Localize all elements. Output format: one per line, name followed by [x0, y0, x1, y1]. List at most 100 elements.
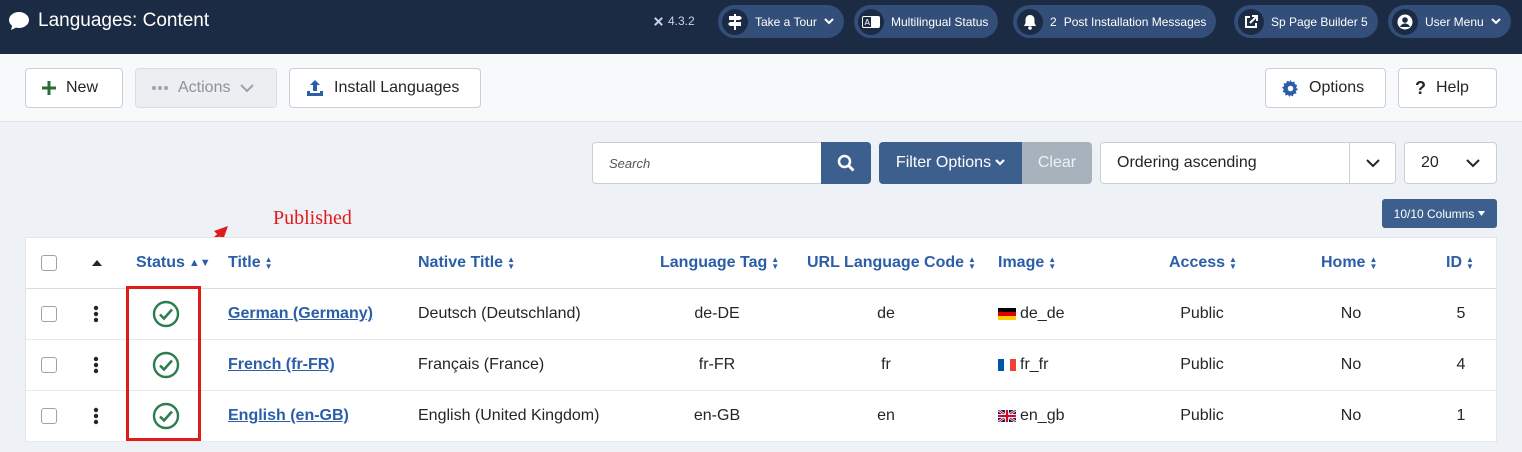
- question-icon: ?: [1415, 77, 1426, 98]
- home-header[interactable]: Home ▲ ▼: [1321, 238, 1377, 288]
- chevron-down-icon: [1490, 17, 1501, 24]
- sp-page-builder-button[interactable]: Sp Page Builder 5: [1234, 5, 1378, 38]
- new-button[interactable]: New: [25, 68, 123, 108]
- page-title-wrap: Languages: Content: [8, 10, 209, 32]
- sp-page-builder-label: Sp Page Builder 5: [1271, 14, 1368, 29]
- france-flag-icon: [998, 359, 1016, 371]
- title-header[interactable]: Title ▲ ▼: [228, 238, 273, 288]
- url-code-cell: de: [877, 305, 895, 322]
- image-code: de_de: [1020, 305, 1065, 322]
- gear-icon: [1282, 79, 1298, 97]
- sort-icon: ▲▼: [1369, 255, 1378, 271]
- clear-label: Clear: [1037, 154, 1077, 171]
- ordering-select[interactable]: Ordering ascending: [1100, 142, 1396, 184]
- image-cell: fr_fr: [998, 340, 1048, 390]
- sort-icon: ▲▼: [1466, 255, 1474, 271]
- row-actions-menu[interactable]: [93, 340, 99, 390]
- new-label: New: [66, 79, 99, 96]
- native-title-header[interactable]: Native Title ▲ ▼: [418, 238, 515, 288]
- access-header[interactable]: Access ▲ ▼: [1169, 238, 1237, 288]
- options-button[interactable]: Options: [1265, 68, 1386, 108]
- title-cell: French (fr-FR): [228, 340, 335, 390]
- chevron-down-icon: [240, 83, 255, 92]
- url-code-header[interactable]: URL Language Code ▲ ▼: [807, 238, 976, 288]
- translate-icon: A: [862, 15, 880, 28]
- version-text: 4.3.2: [668, 14, 695, 28]
- ordering-header[interactable]: [92, 238, 102, 288]
- options-label: Options: [1309, 79, 1365, 96]
- sort-up-icon: [92, 260, 102, 266]
- joomla-version: 4.3.2: [653, 14, 695, 28]
- status-header[interactable]: Status ▲▼: [136, 238, 211, 288]
- access-header-label: Access: [1169, 254, 1226, 271]
- search-input[interactable]: [592, 142, 821, 184]
- row-checkbox[interactable]: [41, 306, 57, 322]
- language-tag-cell: fr-FR: [698, 356, 736, 373]
- title-header-label: Title: [228, 254, 261, 271]
- table-row: German (Germany) Deutsch (Deutschland) d…: [26, 289, 1496, 340]
- joomla-icon: [654, 16, 663, 26]
- language-title-link[interactable]: French (fr-FR): [228, 356, 335, 374]
- columns-button[interactable]: 10/10 Columns: [1382, 199, 1497, 228]
- ordering-value: Ordering ascending: [1117, 154, 1257, 171]
- list-limit-select[interactable]: 20: [1404, 142, 1497, 184]
- language-title-link[interactable]: German (Germany): [228, 305, 373, 323]
- actions-button[interactable]: Actions: [135, 68, 277, 108]
- filter-options-button[interactable]: Filter Options: [879, 142, 1022, 184]
- user-icon: [1397, 14, 1413, 29]
- language-title-link[interactable]: English (en-GB): [228, 407, 349, 425]
- multilingual-status-button[interactable]: A Multilingual Status: [854, 5, 999, 38]
- native-title-cell: English (United Kingdom): [418, 407, 600, 424]
- language-tag-header[interactable]: Language Tag ▲ ▼: [660, 238, 779, 288]
- sort-icon: ▲▼: [264, 255, 273, 271]
- sort-icon: ▲▼: [188, 257, 211, 269]
- native-title-header-label: Native Title: [418, 254, 504, 271]
- url-code-cell: en: [877, 407, 895, 424]
- install-languages-button[interactable]: Install Languages: [289, 68, 481, 108]
- image-header[interactable]: Image ▲ ▼: [998, 238, 1056, 288]
- chevron-down-icon: [1466, 158, 1480, 167]
- uk-flag-icon: [998, 410, 1016, 422]
- row-actions-menu[interactable]: [93, 289, 99, 339]
- help-button[interactable]: ? Help: [1398, 68, 1497, 108]
- caret-down-icon: [1478, 211, 1486, 216]
- native-title-cell: Deutsch (Deutschland): [418, 305, 581, 322]
- row-select-cell: [41, 391, 57, 441]
- languages-table: Status ▲▼ Title ▲ ▼ Native Title ▲ ▼ Language…: [25, 237, 1497, 442]
- multilingual-status-label: Multilingual Status: [891, 14, 989, 29]
- access-cell: Public: [1180, 305, 1224, 322]
- row-checkbox[interactable]: [41, 357, 57, 373]
- vertical-ellipsis-icon: [93, 356, 99, 374]
- status-header-label: Status: [136, 254, 185, 271]
- url-code-header-label: URL Language Code: [807, 254, 965, 271]
- home-cell: No: [1340, 305, 1362, 322]
- row-checkbox[interactable]: [41, 408, 57, 424]
- table-row: English (en-GB) English (United Kingdom)…: [26, 391, 1496, 442]
- id-cell: 5: [1456, 305, 1466, 322]
- row-actions-menu[interactable]: [93, 391, 99, 441]
- limit-caret: [1450, 143, 1496, 183]
- clear-button[interactable]: Clear: [1022, 142, 1092, 184]
- home-cell: No: [1340, 356, 1362, 373]
- status-highlight-box: [126, 286, 201, 441]
- id-header[interactable]: ID ▲ ▼: [1446, 238, 1474, 288]
- user-menu-button[interactable]: User Menu: [1388, 5, 1511, 38]
- access-cell: Public: [1180, 356, 1224, 373]
- table-row: French (fr-FR) Français (France) fr-FR f…: [26, 340, 1496, 391]
- plus-icon: [42, 81, 56, 95]
- take-a-tour-button[interactable]: Take a Tour: [718, 5, 844, 38]
- list-limit-value: 20: [1421, 154, 1439, 171]
- post-installation-messages-button[interactable]: 2 Post Installation Messages: [1013, 5, 1217, 38]
- take-a-tour-label: Take a Tour: [755, 14, 817, 29]
- ordering-caret: [1349, 143, 1395, 183]
- published-annotation: Published: [273, 207, 352, 229]
- check-all-checkbox[interactable]: [41, 255, 57, 271]
- home-cell: No: [1340, 407, 1362, 424]
- svg-text:A: A: [865, 18, 871, 27]
- access-cell: Public: [1180, 407, 1224, 424]
- post-installation-label: Post Installation Messages: [1063, 14, 1207, 29]
- columns-label: 10/10 Columns: [1393, 206, 1475, 221]
- id-cell: 4: [1456, 356, 1466, 373]
- search-button[interactable]: [821, 142, 871, 184]
- user-menu-label: User Menu: [1425, 14, 1484, 29]
